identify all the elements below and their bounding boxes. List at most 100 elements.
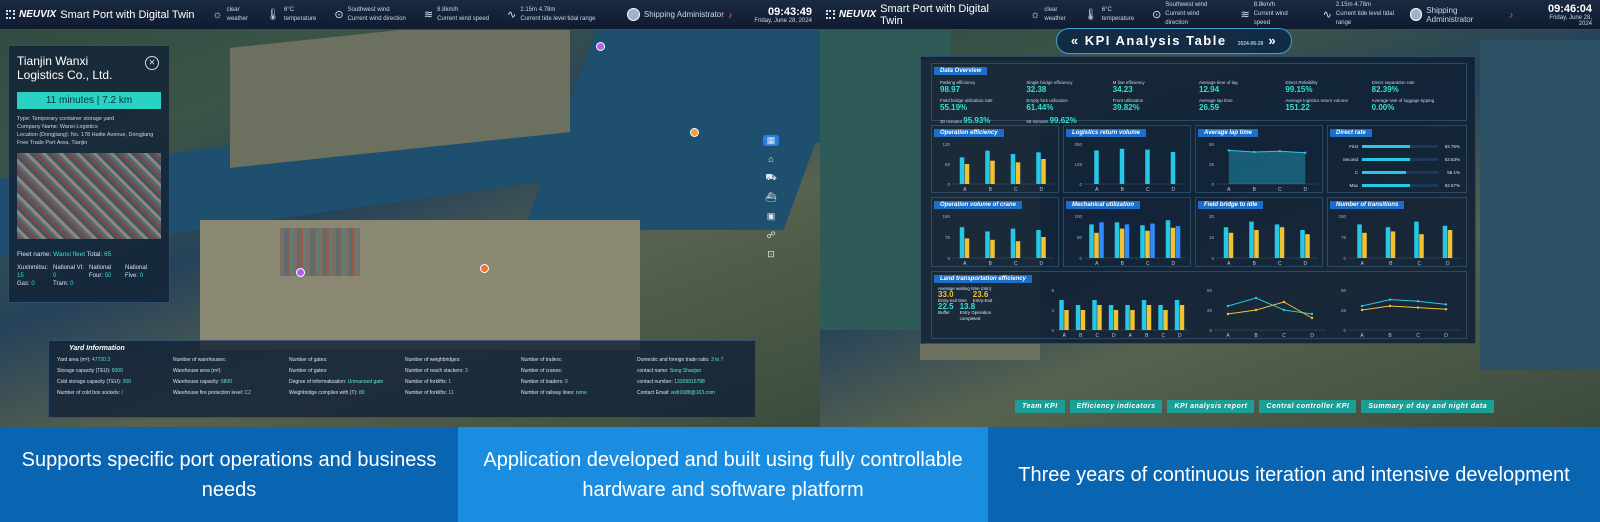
kpi-nav-button[interactable]: KPI analysis report	[1167, 400, 1255, 413]
chart-mech: 0 50 100 A B C D	[1074, 214, 1186, 266]
bar	[1036, 152, 1041, 184]
user-name[interactable]: Shipping Administrator	[644, 10, 724, 19]
yard-area	[200, 220, 640, 350]
overview-item: M line efficiency 34.23	[1113, 80, 1199, 94]
user-name[interactable]: Shipping Administrator	[1426, 6, 1505, 24]
calendar-icon[interactable]: ▣	[763, 211, 779, 222]
map-marker[interactable]	[596, 42, 605, 51]
data-point	[1304, 151, 1307, 154]
rate-row: Second 62.63%	[1336, 153, 1460, 166]
truck-icon[interactable]: ⛟	[763, 172, 779, 184]
close-icon[interactable]: ✕	[145, 56, 159, 70]
home-icon[interactable]: ⌂	[763, 154, 779, 164]
kpi-nav-button[interactable]: Central controller KPI	[1259, 400, 1357, 413]
port-map-screenshot: NEUVIX Smart Port with Digital Twin ☼ cle…	[0, 0, 820, 435]
y-tick-label: 60	[945, 162, 951, 167]
kpi-date[interactable]: 2024-06-28	[1238, 41, 1264, 47]
chart-land: 0 4 8 A B C D A B C D	[1051, 288, 1188, 338]
data-point	[1227, 149, 1230, 152]
map-marker[interactable]	[480, 264, 489, 273]
kpi-nav-button[interactable]: Summary of day and night data	[1361, 400, 1495, 413]
x-tick-label: C	[1417, 261, 1421, 266]
count-value: 0	[139, 273, 144, 279]
yard-cell-label: Number of weighbridges:	[405, 357, 461, 363]
avatar[interactable]	[1409, 8, 1423, 21]
section-header: Operation efficiency	[934, 129, 1004, 137]
map-marker[interactable]	[296, 268, 305, 277]
yard-cell: Number of cranes:	[521, 366, 631, 377]
bar	[985, 150, 990, 184]
data-point	[1388, 304, 1392, 308]
yard-cell: Cold storage capacity (TEU): 200	[57, 377, 167, 388]
kpi-nav-button[interactable]: Efficiency indicators	[1069, 400, 1163, 413]
data-point	[1360, 308, 1364, 312]
user-menu[interactable]: Shipping Administrator ♪	[1409, 6, 1514, 24]
apps-grid-icon[interactable]	[826, 10, 835, 19]
network-icon[interactable]: ☍	[763, 230, 779, 241]
bar	[1442, 225, 1448, 258]
yard-cell-label: Number of gates:	[289, 368, 328, 374]
wind-direction-icon: ⊙	[334, 9, 344, 21]
yard-cell-value: 5800	[220, 379, 233, 385]
apps-grid-icon[interactable]	[6, 10, 15, 19]
data-point	[1388, 298, 1392, 301]
bar	[1010, 154, 1016, 184]
lock-icon[interactable]: ⊡	[763, 249, 779, 260]
caption-1: Supports specific port operations and bu…	[0, 427, 458, 522]
sun-icon: ☼	[1030, 8, 1041, 21]
yard-cell-value: Song Shaojun	[669, 368, 702, 374]
thermometer-icon: 🌡	[1083, 9, 1098, 21]
yard-cell-label: Storage capacity (TEU):	[57, 368, 111, 374]
next-icon[interactable]: »	[1268, 33, 1277, 48]
section-logistics: Logistics return volume 0 125 250 A B C D	[1063, 125, 1191, 193]
rate-fill	[1362, 184, 1410, 187]
y-tick-label: 50	[1341, 288, 1347, 293]
yard-cell-label: Warehouse fire protection level:	[173, 390, 244, 396]
section-direct: Direct rate First 62.75% Second 62.63% C 58.1%…	[1327, 125, 1467, 193]
data-point	[1254, 296, 1258, 300]
avatar[interactable]	[626, 8, 640, 21]
layers-icon[interactable]: ▦	[763, 135, 779, 146]
count-item: National Five: 0	[125, 264, 161, 280]
overview-value: 0.00%	[1371, 103, 1395, 112]
data-point	[1253, 150, 1256, 154]
clock-time: 09:43:49	[767, 5, 812, 18]
overview-value: 151.22	[1285, 103, 1310, 112]
data-point	[1416, 300, 1420, 303]
user-menu[interactable]: Shipping Administrator ♪	[626, 8, 733, 21]
y-tick-label: 100	[1074, 214, 1082, 219]
overview-value: 32.38	[1026, 85, 1047, 94]
company-location: Location (Dongjiang): No. 178 Haitie Ave…	[17, 132, 154, 146]
x-tick-label: C	[1416, 333, 1420, 338]
bar	[1254, 230, 1259, 258]
bell-icon[interactable]: ♪	[728, 10, 733, 20]
clock-date: Friday, June 28, 2024	[754, 17, 812, 24]
map-marker[interactable]	[690, 128, 699, 137]
y-tick-label: 50	[1207, 288, 1213, 293]
count-value: 15	[17, 273, 24, 279]
yard-cell: contact name: Song Shaojun	[637, 366, 747, 377]
yard-highlight[interactable]	[280, 228, 360, 276]
rate-value: 62.67%	[1444, 183, 1460, 188]
x-tick-label: A	[1227, 261, 1231, 266]
bar	[1145, 149, 1150, 184]
vehicle-counts: Xuxinmitsu: 15 National VI: 0 National F…	[17, 264, 161, 288]
chart-op-eff: 0 60 120 A B C D	[942, 142, 1054, 192]
prev-icon[interactable]: «	[1071, 33, 1080, 48]
yard-cell: Weighbridge complies with (T): 80	[289, 388, 399, 399]
ship-icon[interactable]: ⛴	[763, 192, 779, 203]
y-tick-label: 125	[1074, 162, 1082, 167]
overview-extra: 60 minutes 99.62%	[1026, 116, 1112, 125]
weather-label: temperature	[1101, 15, 1135, 22]
y-tick-label: 0	[1209, 328, 1212, 333]
data-point	[1282, 300, 1286, 304]
series-line	[1361, 299, 1447, 307]
x-tick-label: A	[1063, 333, 1067, 338]
rate-bar	[1362, 158, 1438, 161]
yard-cell-value: wxlt1688@163.com	[670, 390, 715, 396]
overview-value: 39.82%	[1112, 103, 1140, 112]
x-tick-label: C	[1161, 333, 1165, 338]
kpi-nav-button[interactable]: Team KPI	[1015, 400, 1065, 413]
weather-item: ≋ 8.8km/h Current wind speed	[1240, 1, 1304, 28]
bell-icon[interactable]: ♪	[1509, 10, 1514, 20]
